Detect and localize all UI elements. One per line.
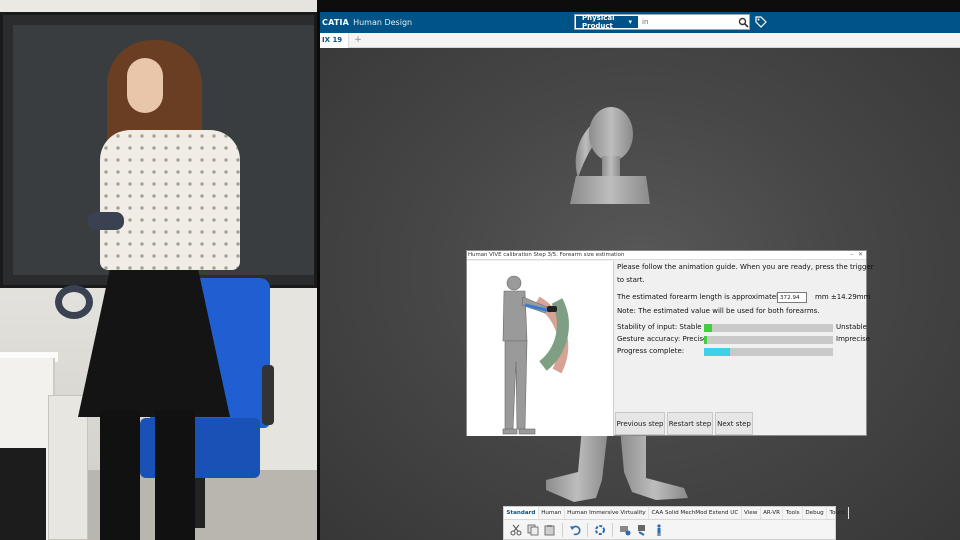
catia-window: CATIA Human Design Physical Product ▾ IX…: [320, 0, 960, 540]
previous-step-button[interactable]: Previous step: [615, 412, 665, 435]
paste-icon[interactable]: [543, 523, 557, 537]
accuracy-label: Gesture accuracy: Precise: [617, 335, 708, 343]
dialog-title: Human VIVE calibration Step 3/5. Forearm…: [467, 251, 866, 260]
update-icon[interactable]: [593, 523, 607, 537]
stability-label: Stability of input: Stable: [617, 323, 702, 331]
undo-icon[interactable]: [568, 523, 582, 537]
forearm-length-input[interactable]: [777, 292, 807, 303]
3d-viewport[interactable]: Human VIVE calibration Step 3/5. Forearm…: [320, 48, 960, 540]
instruction-text: Please follow the animation guide. When …: [617, 263, 874, 271]
instruction-text-cont: to start.: [617, 276, 645, 284]
progress-bar-fill: [704, 348, 730, 356]
chevron-down-icon: ▾: [628, 18, 632, 26]
computer-tower: [0, 448, 46, 540]
action-bar-tab[interactable]: AR-VR: [761, 507, 784, 519]
action-bar-tabs: Standard Human Human Immersive Virtuality C…: [504, 507, 849, 520]
stability-right-label: Unstable: [836, 323, 867, 331]
animation-guide-image: [467, 261, 614, 436]
add-tab-button[interactable]: +: [349, 35, 367, 45]
progress-label: Progress complete:: [617, 347, 685, 355]
human-posture-icon[interactable]: [635, 523, 649, 537]
next-step-button[interactable]: Next step: [715, 412, 753, 435]
estimate-unit: mm ±14.29mm: [815, 293, 871, 301]
minimize-icon[interactable]: –: [850, 251, 853, 259]
search-icon[interactable]: [738, 15, 749, 29]
human-calibration-icon[interactable]: [618, 523, 632, 537]
estimate-label: The estimated forearm length is approxim…: [617, 293, 783, 301]
note-text: Note: The estimated value will be used f…: [617, 307, 820, 315]
action-bar-tab[interactable]: Standard: [504, 507, 539, 519]
vr-controller: [55, 285, 93, 319]
accuracy-bar-fill: [704, 336, 707, 344]
search-scope-dropdown[interactable]: Physical Product ▾: [575, 14, 639, 30]
action-bar-icons: [504, 520, 835, 539]
accuracy-bar: [704, 336, 833, 344]
search-input[interactable]: [639, 15, 738, 29]
vr-controller: [88, 212, 124, 230]
manikin-icon[interactable]: [652, 523, 666, 537]
document-tabs: IX 19 +: [320, 32, 960, 48]
tab-document[interactable]: IX 19: [320, 32, 350, 48]
action-bar-tab[interactable]: View: [742, 507, 761, 519]
action-bar-tab[interactable]: Human Immersive Virtuality: [565, 507, 650, 519]
action-bar-tab[interactable]: Touch: [827, 507, 849, 519]
accuracy-right-label: Imprecise: [836, 335, 871, 343]
camera-feed-photo: [0, 0, 317, 540]
cut-icon[interactable]: [509, 523, 523, 537]
app-module: Human Design: [353, 18, 413, 27]
copy-icon[interactable]: [526, 523, 540, 537]
search-box: Physical Product ▾: [574, 14, 750, 30]
action-bar: Standard Human Human Immersive Virtuality C…: [503, 506, 849, 540]
action-bar-tab[interactable]: Tools: [783, 507, 803, 519]
action-bar-tab[interactable]: Human: [539, 507, 565, 519]
action-bar-tab[interactable]: Debug: [803, 507, 828, 519]
tag-icon[interactable]: [754, 15, 768, 29]
title-bar: CATIA Human Design Physical Product ▾: [320, 12, 960, 33]
action-bar-tab[interactable]: CAA Solid MechMod Extend UC: [649, 507, 742, 519]
stability-bar-fill: [704, 324, 712, 332]
calibration-dialog: Human VIVE calibration Step 3/5. Forearm…: [466, 250, 874, 436]
progress-bar: [704, 348, 833, 356]
app-brand: CATIA: [322, 18, 350, 27]
close-icon[interactable]: ✕: [858, 251, 863, 259]
restart-step-button[interactable]: Restart step: [667, 412, 713, 435]
stability-bar: [704, 324, 833, 332]
